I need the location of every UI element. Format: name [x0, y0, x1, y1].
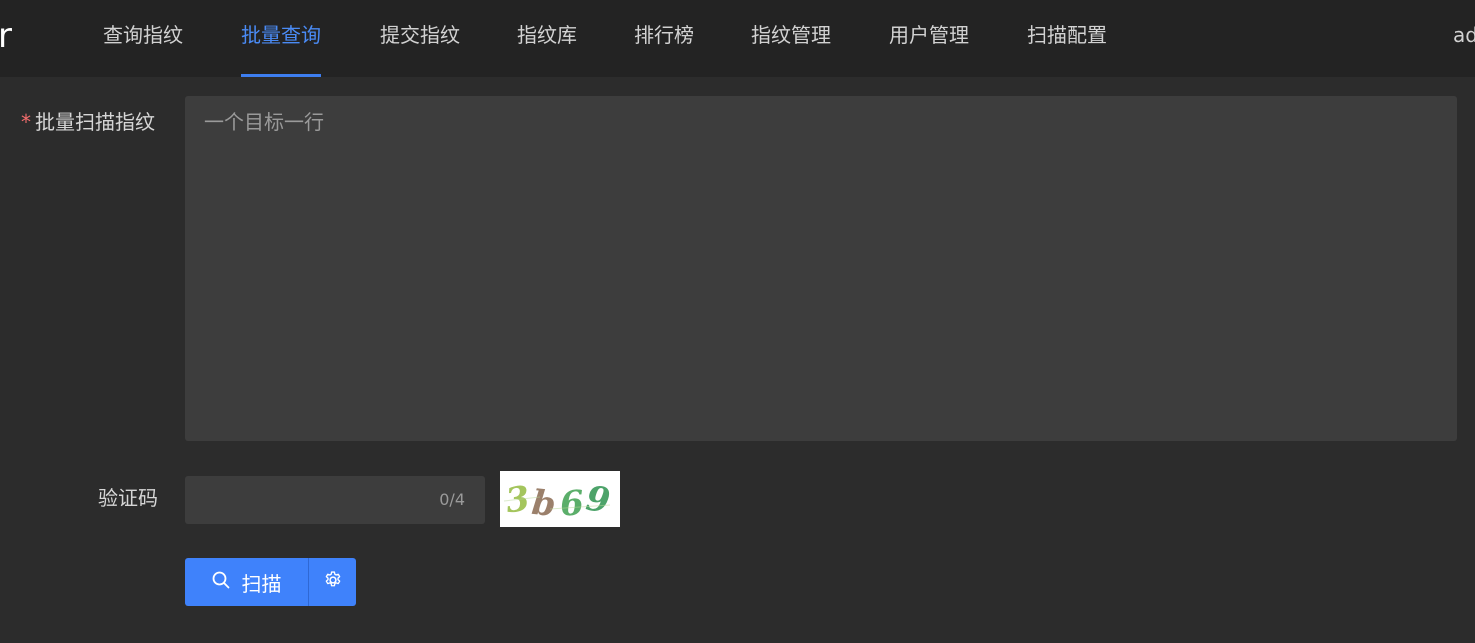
scan-button-label: 扫描	[241, 571, 282, 596]
nav-fingerprint-management[interactable]: 指纹管理	[751, 0, 831, 77]
nav-batch-query[interactable]: 批量查询	[241, 0, 321, 77]
scan-settings-button[interactable]	[309, 558, 356, 606]
svg-text:b: b	[530, 483, 558, 525]
scan-button-group: 扫描	[185, 558, 356, 606]
nav-scan-config[interactable]: 扫描配置	[1027, 0, 1107, 77]
captcha-counter: 0/4	[439, 490, 465, 509]
fingerprint-label: * 批量扫描指纹	[21, 106, 155, 135]
nav-leaderboard[interactable]: 排行榜	[634, 0, 694, 77]
brand-logo[interactable]: r	[0, 16, 12, 56]
svg-text:6: 6	[559, 483, 585, 525]
search-icon	[212, 570, 230, 594]
gear-icon	[323, 570, 343, 594]
user-menu[interactable]: ad	[1453, 0, 1475, 70]
nav-submit-fingerprint[interactable]: 提交指纹	[380, 0, 460, 77]
svg-text:3: 3	[503, 479, 532, 522]
captcha-image[interactable]: 3 b 6 9	[500, 471, 620, 527]
svg-text:9: 9	[583, 479, 612, 522]
captcha-glyphs: 3 b 6 9	[503, 479, 612, 526]
top-navbar: r 查询指纹 批量查询 提交指纹 指纹库 排行榜 指纹管理 用户管理 扫描配置 …	[0, 0, 1475, 77]
nav-query-fingerprint[interactable]: 查询指纹	[103, 0, 183, 77]
fingerprint-label-text: 批量扫描指纹	[35, 110, 155, 134]
required-mark: *	[21, 110, 31, 134]
nav-fingerprint-library[interactable]: 指纹库	[517, 0, 577, 77]
nav-user-management[interactable]: 用户管理	[889, 0, 969, 77]
fingerprint-textarea[interactable]	[185, 96, 1457, 441]
captcha-input[interactable]	[185, 476, 425, 524]
captcha-label: 验证码	[98, 486, 158, 510]
scan-button[interactable]: 扫描	[185, 558, 308, 606]
captcha-field[interactable]: 0/4	[185, 476, 485, 524]
